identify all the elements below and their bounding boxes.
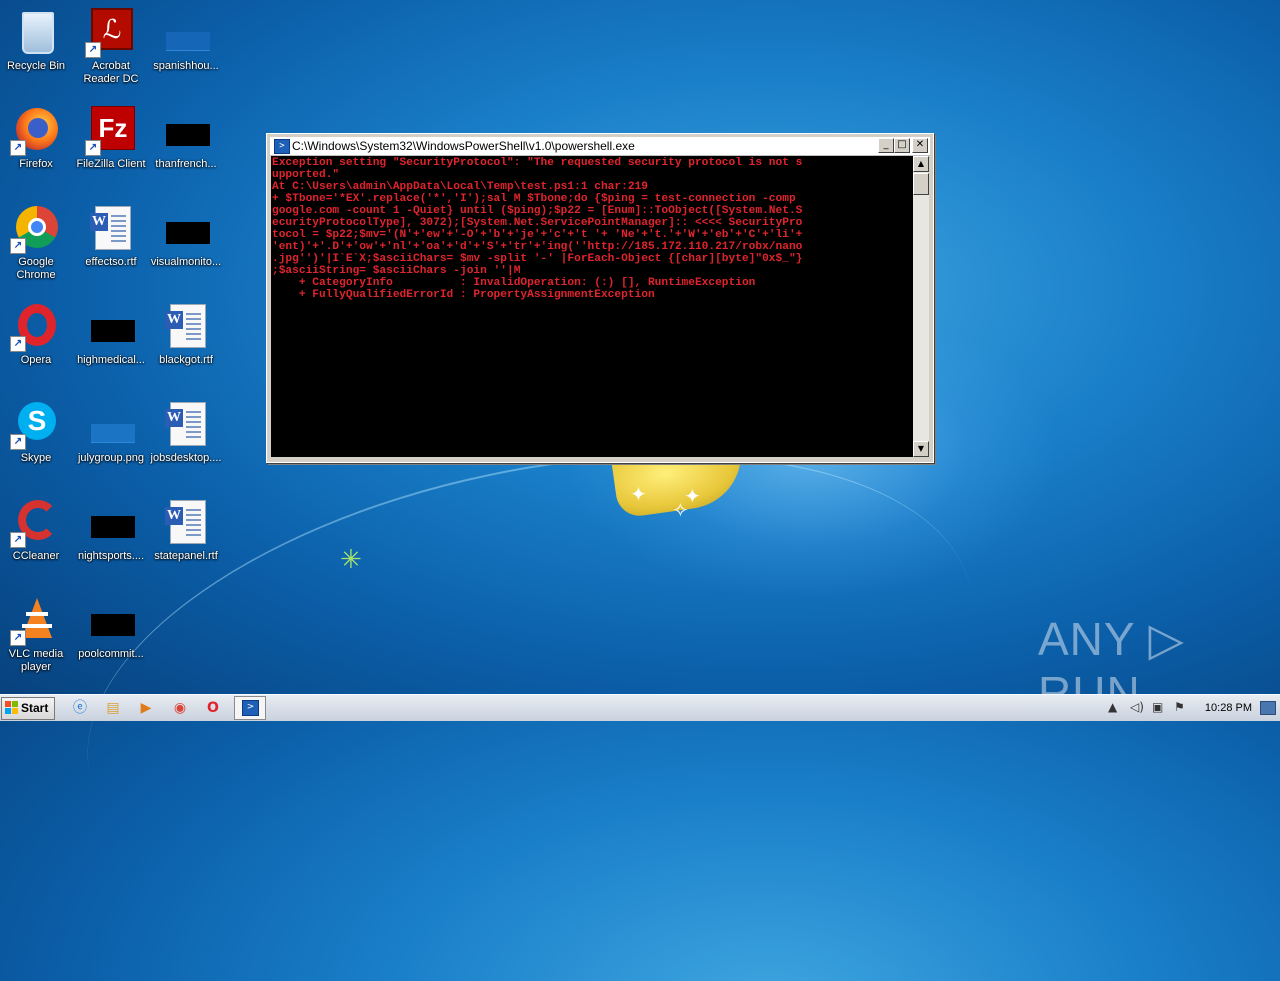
chrome-icon: ↗ — [10, 204, 60, 254]
desktop-icon-effectso[interactable]: W effectso.rtf — [73, 204, 149, 269]
desktop-icon-opera[interactable]: ↗ Opera — [0, 302, 74, 367]
file-icon — [87, 302, 135, 350]
clock[interactable]: 10:28 PM — [1205, 702, 1252, 714]
desktop-icon-highmedical[interactable]: highmedical... — [73, 302, 149, 367]
volume-icon[interactable]: ◁) — [1130, 700, 1144, 714]
desktop-icon-jobsdesktop[interactable]: W jobsdesktop.... — [148, 400, 224, 465]
desktop-icon-acrobat[interactable]: ℒ ↗ Acrobat Reader DC — [73, 8, 149, 86]
shortcut-arrow-icon: ↗ — [10, 434, 26, 450]
recycle-bin-icon — [12, 8, 60, 56]
word-doc-icon: W — [162, 302, 210, 350]
window-titlebar[interactable]: > C:\Windows\System32\WindowsPowerShell\… — [270, 137, 930, 156]
desktop-icon-nightsports[interactable]: nightsports.... — [73, 498, 149, 563]
maximize-button[interactable]: □ — [894, 138, 910, 153]
desktop-icon-thanfrench[interactable]: thanfrench... — [148, 106, 224, 171]
desktop-icon-recycle-bin[interactable]: Recycle Bin — [0, 8, 74, 73]
powershell-icon: > — [274, 139, 290, 154]
close-button[interactable]: ✕ — [912, 138, 928, 153]
word-doc-icon: W — [87, 204, 135, 252]
file-icon — [162, 8, 210, 56]
scroll-down-icon[interactable]: ▼ — [913, 441, 929, 457]
taskbar-powershell-button[interactable]: > — [234, 696, 266, 720]
desktop-icon-ccleaner[interactable]: ↗ CCleaner — [0, 498, 74, 563]
chrome-icon[interactable]: ◉ — [170, 698, 190, 718]
word-doc-icon: W — [162, 498, 210, 546]
word-doc-icon: W — [162, 400, 210, 448]
opera-icon: ↗ — [10, 302, 60, 352]
opera-icon[interactable]: O — [203, 698, 223, 718]
shortcut-arrow-icon: ↗ — [85, 140, 101, 156]
shortcut-arrow-icon: ↗ — [10, 336, 26, 352]
shortcut-arrow-icon: ↗ — [10, 238, 26, 254]
sparkle-icon: ✦ — [630, 482, 647, 506]
file-icon — [162, 204, 210, 252]
desktop-icon-vlc[interactable]: ↗ VLC media player — [0, 596, 74, 674]
filezilla-icon: Fz ↗ — [85, 106, 135, 156]
desktop-icon-filezilla[interactable]: Fz ↗ FileZilla Client — [73, 106, 149, 171]
show-hidden-icons-icon[interactable]: ▲ — [1108, 700, 1117, 714]
acrobat-icon: ℒ ↗ — [85, 8, 135, 58]
console-output[interactable]: Exception setting "SecurityProtocol": "T… — [271, 156, 913, 457]
ie-icon[interactable]: ⓔ — [70, 698, 90, 718]
minimize-button[interactable]: _ — [878, 138, 894, 153]
sparkle-icon: ✦ — [684, 484, 701, 508]
desktop-icon-statepanel[interactable]: W statepanel.rtf — [148, 498, 224, 563]
desktop-icon-blackgot[interactable]: W blackgot.rtf — [148, 302, 224, 367]
firefox-icon: ↗ — [10, 106, 60, 156]
desktop-icon-firefox[interactable]: ↗ Firefox — [0, 106, 74, 171]
system-tray: ▲ ◁) ▣ ⚑ 10:28 PM — [1100, 695, 1280, 721]
desktop-icon-poolcommit[interactable]: poolcommit... — [73, 596, 149, 661]
shortcut-arrow-icon: ↗ — [10, 630, 26, 646]
desktop-icon-visualmonito[interactable]: visualmonito... — [148, 204, 224, 269]
ccleaner-icon: ↗ — [10, 498, 60, 548]
desktop-icon-chrome[interactable]: ↗ Google Chrome — [0, 204, 74, 282]
taskbar: Start ⓔ ▤ ▶ ◉ O > ▲ ◁) ▣ ⚑ 10:28 PM — [0, 694, 1280, 721]
start-button[interactable]: Start — [1, 697, 55, 720]
file-icon — [162, 106, 210, 154]
powershell-window[interactable]: > C:\Windows\System32\WindowsPowerShell\… — [266, 133, 934, 463]
file-icon — [87, 498, 135, 546]
action-center-flag-icon[interactable]: ⚑ — [1174, 700, 1185, 714]
shortcut-arrow-icon: ↗ — [85, 42, 101, 58]
desktop-icon-skype[interactable]: S ↗ Skype — [0, 400, 74, 465]
scroll-thumb[interactable] — [913, 173, 929, 195]
powershell-icon: > — [242, 700, 259, 716]
show-desktop-button[interactable] — [1260, 701, 1276, 715]
vlc-icon: ↗ — [10, 596, 60, 646]
shortcut-arrow-icon: ↗ — [10, 532, 26, 548]
skype-icon: S ↗ — [10, 400, 60, 450]
network-icon[interactable]: ▣ — [1152, 700, 1163, 714]
window-title: C:\Windows\System32\WindowsPowerShell\v1… — [292, 139, 635, 153]
file-icon — [87, 596, 135, 644]
vertical-scrollbar[interactable]: ▲ ▼ — [913, 156, 929, 457]
console-text: Exception setting "SecurityProtocol": "T… — [272, 157, 803, 301]
explorer-icon[interactable]: ▤ — [103, 698, 123, 718]
media-player-icon[interactable]: ▶ — [136, 698, 156, 718]
sparkle-icon: ✳ — [340, 545, 362, 575]
scroll-up-icon[interactable]: ▲ — [913, 156, 929, 172]
image-icon — [87, 400, 135, 448]
windows-flag-icon — [5, 701, 19, 715]
desktop-icon-julygroup[interactable]: julygroup.png — [73, 400, 149, 465]
shortcut-arrow-icon: ↗ — [10, 140, 26, 156]
desktop-icon-spanishhou[interactable]: spanishhou... — [148, 8, 224, 73]
